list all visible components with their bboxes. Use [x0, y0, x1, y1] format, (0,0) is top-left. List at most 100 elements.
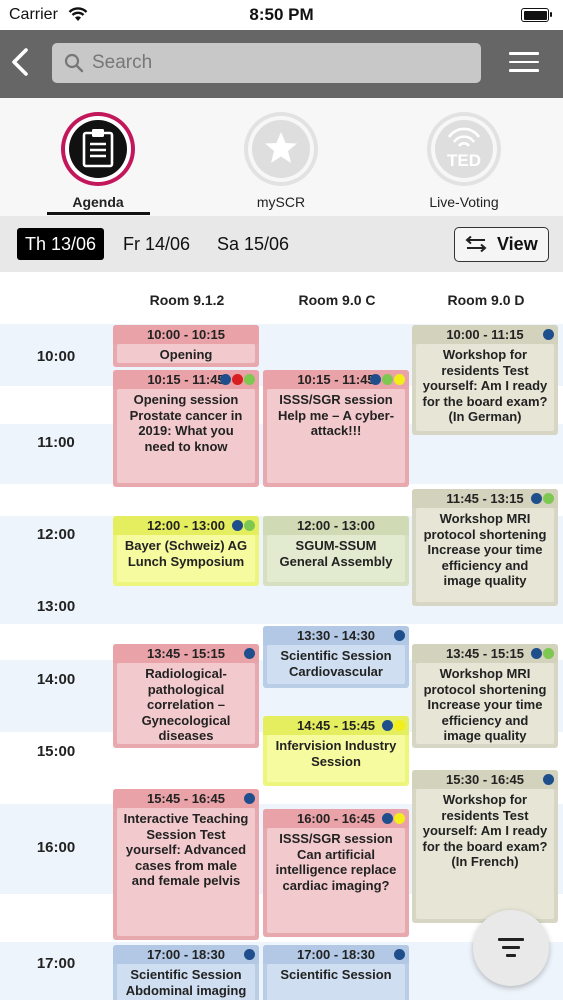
- search-icon: [64, 53, 84, 73]
- topic-dots: [381, 720, 405, 732]
- tab-agenda-label: Agenda: [72, 194, 124, 210]
- date-chip-sa[interactable]: Sa 15/06: [209, 228, 297, 260]
- date-chip-th[interactable]: Th 13/06: [17, 228, 105, 260]
- event-body: Bayer (Schweiz) AG Lunch Symposium: [117, 535, 255, 582]
- event-title: Scientific Session: [280, 967, 392, 982]
- event-title: Interactive Teaching Session Test yourse…: [123, 811, 249, 888]
- event-title: Workshop MRI protocol shortening Increas…: [423, 666, 547, 743]
- event-title: Opening session Prostate cancer in 2019:…: [129, 392, 243, 454]
- event-card[interactable]: 10:00 - 11:15 Workshop for residents Test…: [412, 325, 558, 435]
- topic-dot: [394, 949, 405, 960]
- topic-dot: [382, 813, 393, 824]
- event-card[interactable]: 15:45 - 16:45 Interactive Teaching Sessio…: [113, 789, 259, 940]
- tab-myscr-label: mySCR: [256, 194, 306, 210]
- topic-dots: [393, 630, 405, 642]
- event-body: Scientific Session: [267, 964, 405, 1000]
- topic-dot: [543, 493, 554, 504]
- time-label: 11:00: [37, 434, 75, 451]
- event-body: Scientific Session Cardiovascular: [267, 645, 405, 684]
- event-time: 13:45 - 15:15: [113, 644, 259, 663]
- event-body: Radiological-pathological correlation – …: [117, 663, 255, 744]
- topic-dot: [232, 520, 243, 531]
- svg-text:TED: TED: [447, 151, 481, 170]
- event-card[interactable]: 13:45 - 15:15 Workshop MRI protocol short…: [412, 644, 558, 748]
- topic-dot: [370, 374, 381, 385]
- topic-dot: [543, 329, 554, 340]
- topic-dot: [543, 648, 554, 659]
- event-card[interactable]: 14:45 - 15:45 Infervision Industry Sessio…: [263, 716, 409, 786]
- topic-dots: [542, 774, 554, 786]
- topic-dot: [232, 374, 243, 385]
- time-label: 13:00: [36, 598, 76, 615]
- clipboard-icon: [61, 112, 135, 186]
- event-title: SGUM-SSUM General Assembly: [279, 538, 393, 569]
- search-bar[interactable]: [52, 43, 481, 83]
- tab-myscr[interactable]: mySCR: [221, 112, 341, 216]
- topic-dot: [244, 520, 255, 531]
- time-label: 15:00: [36, 743, 76, 760]
- event-card[interactable]: 10:15 - 11:45 ISSS/SGR session Help me – …: [263, 370, 409, 487]
- topic-dot: [220, 374, 231, 385]
- event-time: 10:00 - 11:15: [412, 325, 558, 344]
- topic-dots: [243, 793, 255, 805]
- event-body: Opening session Prostate cancer in 2019:…: [117, 389, 255, 483]
- event-card[interactable]: 12:00 - 13:00 SGUM-SSUM General Assembly: [263, 516, 409, 586]
- event-title: Infervision Industry Session: [275, 738, 397, 769]
- topic-dot: [394, 630, 405, 641]
- event-body: Workshop for residents Test yourself: Am…: [416, 789, 554, 919]
- ted-icon: TED: [427, 112, 501, 186]
- event-body: Workshop MRI protocol shortening Increas…: [416, 663, 554, 744]
- topic-dots: [369, 374, 405, 386]
- topic-dot: [244, 648, 255, 659]
- event-title: ISSS/SGR session Can artificial intellig…: [275, 831, 397, 893]
- topic-dot: [531, 648, 542, 659]
- date-chip-fr[interactable]: Fr 14/06: [115, 228, 198, 260]
- event-card[interactable]: 10:15 - 11:45 Opening session Prostate ca…: [113, 370, 259, 487]
- back-chevron-icon[interactable]: [8, 44, 36, 80]
- event-card[interactable]: 15:30 - 16:45 Workshop for residents Test…: [412, 770, 558, 923]
- event-body: Scientific Session Abdominal imaging: [117, 964, 255, 1000]
- event-card[interactable]: 17:00 - 18:30 Scientific Session: [263, 945, 409, 1000]
- event-card[interactable]: 12:00 - 13:00 Bayer (Schweiz) AG Lunch Sy…: [113, 516, 259, 586]
- event-time: 17:00 - 18:30: [113, 945, 259, 964]
- topic-dot: [382, 720, 393, 731]
- topic-dots: [542, 329, 554, 341]
- event-card[interactable]: 13:45 - 15:15 Radiological-pathological c…: [113, 644, 259, 748]
- tab-live-voting[interactable]: TED Live-Voting: [404, 112, 524, 216]
- status-bar: Carrier 8:50 PM: [0, 0, 563, 30]
- tab-agenda[interactable]: Agenda: [38, 112, 158, 216]
- view-button[interactable]: View: [454, 227, 549, 262]
- event-card[interactable]: 10:00 - 10:15 Opening: [113, 325, 259, 367]
- time-label: 12:00: [36, 526, 76, 543]
- event-card[interactable]: 13:30 - 14:30 Scientific Session Cardiova…: [263, 626, 409, 688]
- topic-dots: [243, 949, 255, 961]
- event-body: SGUM-SSUM General Assembly: [267, 535, 405, 582]
- topic-dot: [394, 813, 405, 824]
- date-selector: Th 13/06 Fr 14/06 Sa 15/06 View: [0, 216, 563, 272]
- event-time: 15:30 - 16:45: [412, 770, 558, 789]
- topic-dots: [530, 648, 554, 660]
- event-title: Workshop for residents Test yourself: Am…: [422, 792, 548, 869]
- tab-live-voting-label: Live-Voting: [429, 194, 499, 210]
- clock: 8:50 PM: [249, 5, 314, 24]
- event-title: Bayer (Schweiz) AG Lunch Symposium: [124, 538, 248, 569]
- filter-button[interactable]: [473, 910, 549, 986]
- active-tab-indicator: [47, 212, 150, 215]
- event-body: Opening: [117, 344, 255, 363]
- event-time: 10:00 - 10:15: [113, 325, 259, 344]
- event-card[interactable]: 11:45 - 13:15 Workshop MRI protocol short…: [412, 489, 558, 606]
- hamburger-menu-icon[interactable]: [509, 52, 539, 74]
- topic-dots: [231, 520, 255, 532]
- event-card[interactable]: 16:00 - 16:45 ISSS/SGR session Can artifi…: [263, 809, 409, 937]
- topic-dot: [244, 949, 255, 960]
- event-time: 13:30 - 14:30: [263, 626, 409, 645]
- room-header-1: Room 9.1.2: [149, 292, 225, 308]
- event-body: Infervision Industry Session: [267, 735, 405, 782]
- topic-dots: [530, 493, 554, 505]
- event-title: Opening: [159, 347, 213, 362]
- battery-icon: [521, 8, 552, 22]
- schedule-grid: 10:00 11:00 12:00 13:00 14:00 15:00 16:0…: [0, 324, 563, 1000]
- event-time: 17:00 - 18:30: [263, 945, 409, 964]
- search-input[interactable]: [92, 43, 472, 83]
- event-card[interactable]: 17:00 - 18:30 Scientific Session Abdomina…: [113, 945, 259, 1000]
